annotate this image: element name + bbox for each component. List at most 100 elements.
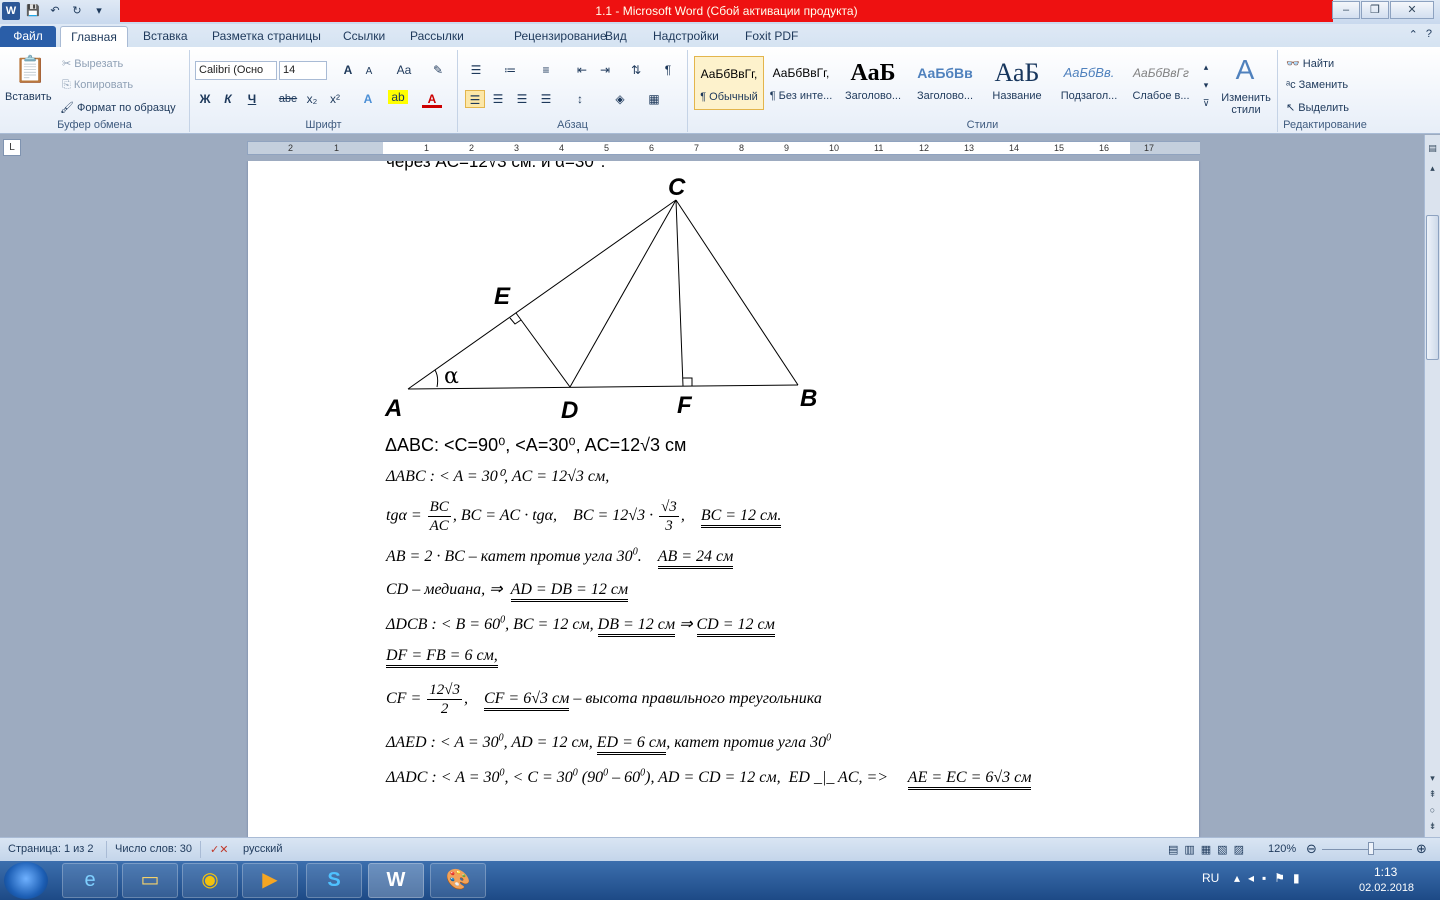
grow-font-button[interactable]: A <box>338 61 358 79</box>
change-styles-icon[interactable]: A <box>1228 54 1262 86</box>
scroll-thumb[interactable] <box>1426 215 1439 360</box>
highlight-icon[interactable]: ab <box>388 90 408 104</box>
redo-icon[interactable]: ↻ <box>68 2 86 20</box>
style-heading-2[interactable]: АаБбВв Заголово... <box>910 56 980 110</box>
clock-date[interactable]: 02.02.2018 <box>1359 882 1414 894</box>
align-left-icon[interactable]: ☰ <box>465 90 485 108</box>
tab-selector-button[interactable]: L <box>3 139 21 156</box>
font-color-button[interactable]: A <box>422 90 442 108</box>
chrome-icon[interactable]: ◉ <box>182 863 238 898</box>
paste-icon[interactable]: 📋 <box>14 53 46 85</box>
close-button[interactable]: ✕ <box>1390 1 1434 19</box>
bold-button[interactable]: Ж <box>195 90 215 108</box>
shading-icon[interactable]: ◈ <box>610 90 630 108</box>
tab-insert[interactable]: Вставка <box>135 26 196 47</box>
bullets-icon[interactable]: ☰ <box>466 61 486 79</box>
change-styles-button[interactable]: Изменить стили <box>1218 92 1274 116</box>
align-right-icon[interactable]: ☰ <box>512 90 532 108</box>
shrink-font-button[interactable]: A <box>359 63 379 81</box>
style-subtitle[interactable]: АаБбВв. Подзагол... <box>1054 56 1124 110</box>
word-taskbar-icon[interactable]: W <box>368 863 424 898</box>
italic-button[interactable]: К <box>218 90 238 108</box>
borders-icon[interactable]: ▦ <box>644 90 664 108</box>
sort-icon[interactable]: ⇅ <box>626 61 646 79</box>
text-effects-icon[interactable]: A <box>358 90 378 108</box>
minimize-button[interactable]: – <box>1332 1 1360 19</box>
increase-indent-icon[interactable]: ⇥ <box>595 61 615 79</box>
line-spacing-icon[interactable]: ↕ <box>570 90 590 108</box>
multilevel-list-icon[interactable]: ≡ <box>536 61 556 79</box>
tab-mailings[interactable]: Рассылки <box>402 26 472 47</box>
tab-home[interactable]: Главная <box>60 26 128 47</box>
style-subtle-emphasis[interactable]: АаБбВвГг Слабое в... <box>1126 56 1196 110</box>
justify-icon[interactable]: ☰ <box>536 90 556 108</box>
style-heading-1[interactable]: АаБ Заголово... <box>838 56 908 110</box>
vertical-scrollbar[interactable]: ▤ ▴ ▾ ⇞ ○ ⇟ <box>1424 135 1440 837</box>
ruler-toggle-icon[interactable]: ▤ <box>1426 141 1439 155</box>
tab-references[interactable]: Ссылки <box>335 26 393 47</box>
skype-icon[interactable]: S <box>306 863 362 898</box>
tab-addins[interactable]: Надстройки <box>645 26 727 47</box>
prev-page-icon[interactable]: ⇞ <box>1426 787 1439 801</box>
paint-icon[interactable]: 🎨 <box>430 863 486 898</box>
subscript-button[interactable]: x₂ <box>302 90 322 108</box>
strikethrough-button[interactable]: abe <box>278 90 298 108</box>
ie-icon[interactable]: e <box>62 863 118 898</box>
document-area[interactable]: через AC=12√3 см. и α=30°. C E A D F B α… <box>0 161 1424 837</box>
align-center-icon[interactable]: ☰ <box>488 90 508 108</box>
page-count[interactable]: Страница: 1 из 2 <box>8 843 94 855</box>
style-no-spacing[interactable]: АаБбВвГг, ¶ Без инте... <box>766 56 836 110</box>
browse-object-icon[interactable]: ○ <box>1426 803 1439 817</box>
underline-button[interactable]: Ч <box>242 90 262 108</box>
scroll-up-icon[interactable]: ▴ <box>1426 161 1439 175</box>
zoom-slider-thumb[interactable] <box>1368 842 1374 855</box>
spellcheck-icon[interactable]: ✓✕ <box>210 843 228 856</box>
change-case-button[interactable]: Aa <box>390 61 418 79</box>
scroll-down-icon[interactable]: ▾ <box>1426 771 1439 785</box>
horizontal-ruler[interactable]: 2 1 1 2 3 4 5 6 7 8 9 10 11 12 13 14 15 … <box>247 141 1200 155</box>
styles-scroll-up-icon[interactable]: ▴ <box>1200 58 1212 76</box>
ribbon-minimize-icon[interactable]: ⌃ <box>1409 28 1418 41</box>
clock-time[interactable]: 1:13 <box>1374 865 1397 879</box>
save-icon[interactable]: 💾 <box>24 2 42 20</box>
zoom-level[interactable]: 120% <box>1268 843 1296 855</box>
language-indicator[interactable]: русский <box>243 843 282 855</box>
format-painter-button[interactable]: 🖌 Формат по образцу <box>60 101 176 114</box>
input-language[interactable]: RU <box>1202 871 1219 885</box>
styles-scroll-down-icon[interactable]: ▾ <box>1200 76 1212 94</box>
tab-foxit[interactable]: Foxit PDF <box>737 26 806 47</box>
select-button[interactable]: ↖ Выделить <box>1286 101 1349 114</box>
view-buttons[interactable]: ▤▥▦▧▨ <box>1168 843 1250 856</box>
copy-button[interactable]: ⎘ Копировать <box>62 79 133 92</box>
font-name-field[interactable]: Calibri (Осно <box>195 61 277 80</box>
tab-view[interactable]: Вид <box>597 26 635 47</box>
cut-button[interactable]: ✂ Вырезать <box>62 57 123 70</box>
font-size-field[interactable]: 14 <box>279 61 327 80</box>
word-icon[interactable]: W <box>2 2 20 20</box>
tab-page-layout[interactable]: Разметка страницы <box>204 26 329 47</box>
styles-more-icon[interactable]: ⊽ <box>1200 94 1212 112</box>
word-count[interactable]: Число слов: 30 <box>115 843 192 855</box>
zoom-slider[interactable] <box>1322 849 1412 850</box>
pilcrow-icon[interactable]: ¶ <box>658 61 678 79</box>
superscript-button[interactable]: x² <box>325 90 345 108</box>
numbering-icon[interactable]: ≔ <box>500 61 520 79</box>
undo-icon[interactable]: ↶ <box>46 2 64 20</box>
media-player-icon[interactable]: ▶ <box>242 863 298 898</box>
explorer-icon[interactable]: ▭ <box>122 863 178 898</box>
paste-button[interactable]: Вставить <box>5 91 52 103</box>
zoom-out-icon[interactable]: ⊖ <box>1306 841 1317 857</box>
style-title[interactable]: АаБ Название <box>982 56 1052 110</box>
qat-more-icon[interactable]: ▾ <box>90 2 108 20</box>
clear-format-icon[interactable]: ✎ <box>428 61 448 79</box>
next-page-icon[interactable]: ⇟ <box>1426 819 1439 833</box>
help-icon[interactable]: ? <box>1426 28 1432 41</box>
zoom-in-icon[interactable]: ⊕ <box>1416 841 1427 857</box>
tray-icons[interactable]: ▴◂▪⚑▮ <box>1234 871 1308 885</box>
tab-file[interactable]: Файл <box>0 26 56 47</box>
maximize-button[interactable]: ❐ <box>1361 1 1389 19</box>
replace-button[interactable]: ᵃc Заменить <box>1286 79 1348 91</box>
decrease-indent-icon[interactable]: ⇤ <box>572 61 592 79</box>
find-button[interactable]: 👓 Найти <box>1286 57 1334 70</box>
start-button[interactable] <box>4 862 48 899</box>
